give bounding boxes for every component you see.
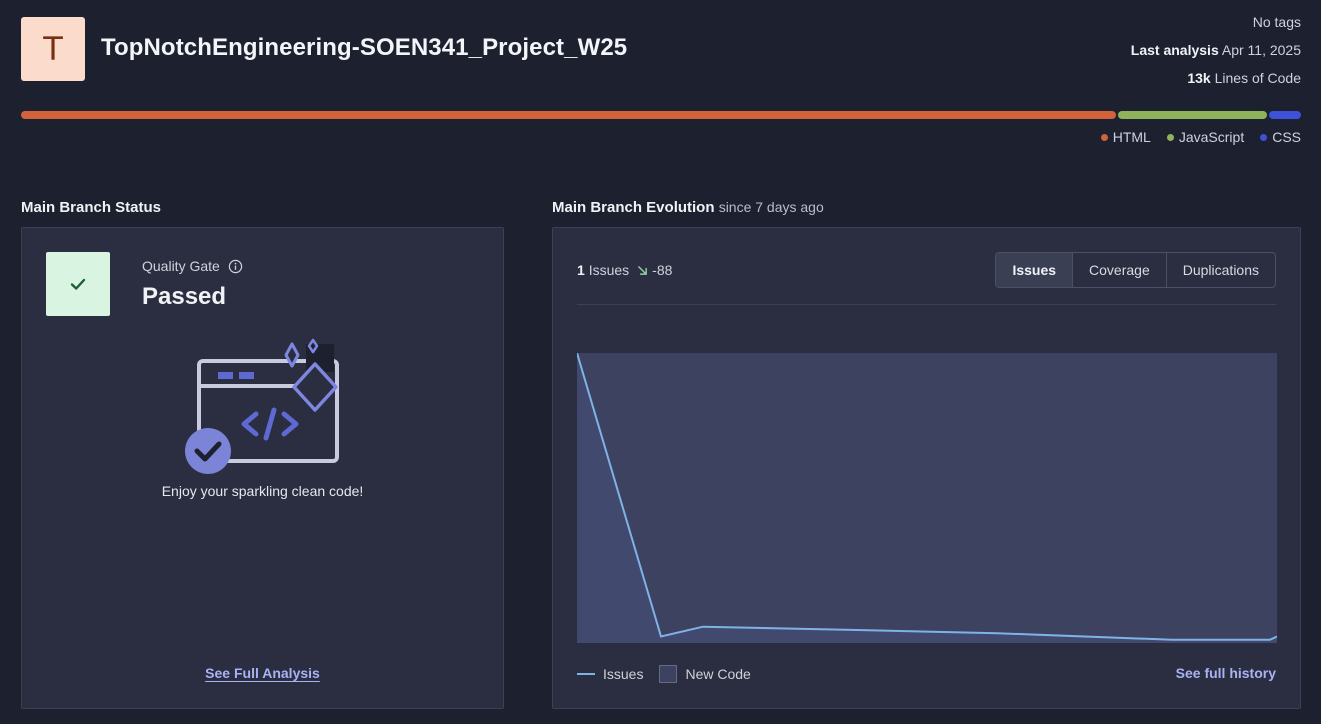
legend-new-code-swatch (659, 665, 678, 683)
clean-code-message: Enjoy your sparkling clean code! (161, 483, 364, 499)
tab-issues[interactable]: Issues (996, 253, 1073, 287)
status-section-title: Main Branch Status (21, 199, 162, 216)
legend-issues: Issues (577, 666, 643, 682)
clean-code-illustration (185, 338, 339, 474)
chart-legend: Issues New Code (577, 665, 751, 683)
legend-item-javascript: JavaScript (1166, 129, 1245, 145)
legend-new-code-label: New Code (685, 666, 751, 682)
quality-gate-status: Passed (142, 283, 227, 310)
panel-divider (577, 304, 1276, 305)
loc-label: Lines of Code (1214, 70, 1301, 86)
evolution-subtitle: since 7 days ago (718, 199, 824, 215)
tab-coverage[interactable]: Coverage (1072, 253, 1166, 287)
quality-gate-label: Quality Gate (142, 258, 243, 274)
new-code-area (577, 353, 1277, 643)
project-title[interactable]: TopNotchEngineering-SOEN341_Project_W25 (101, 34, 627, 62)
issues-evolution-chart (577, 353, 1277, 643)
project-meta: No tags Last analysis Apr 11, 2025 13k L… (1131, 12, 1301, 96)
lines-of-code: 13k Lines of Code (1131, 68, 1301, 96)
issues-summary: 1 Issues -88 (577, 262, 672, 278)
legend-item-html: HTML (1100, 129, 1151, 145)
legend-dot (1100, 133, 1108, 141)
issues-delta-value: -88 (652, 262, 673, 278)
legend-label: HTML (1112, 129, 1151, 145)
last-analysis: Last analysis Apr 11, 2025 (1131, 40, 1301, 68)
last-analysis-date: Apr 11, 2025 (1221, 42, 1301, 58)
check-icon (70, 278, 86, 290)
tags-label[interactable]: No tags (1131, 12, 1301, 40)
branch-evolution-panel: 1 Issues -88 Issues Coverage Duplication… (552, 227, 1301, 709)
project-avatar: T (21, 17, 85, 81)
language-legend: HTML JavaScript CSS (1100, 129, 1301, 145)
evolution-title-text: Main Branch Evolution (552, 199, 715, 216)
language-segment-css (1269, 111, 1301, 119)
legend-dot (1166, 133, 1174, 141)
arrow-down-right-icon (638, 265, 648, 275)
language-segment-html (21, 111, 1116, 119)
legend-label: CSS (1272, 129, 1301, 145)
language-segment-javascript (1117, 111, 1268, 119)
legend-item-css: CSS (1260, 129, 1301, 145)
see-full-history-link[interactable]: See full history (1176, 665, 1276, 681)
evolution-section-title: Main Branch Evolution since 7 days ago (552, 199, 824, 216)
tab-duplications[interactable]: Duplications (1165, 253, 1275, 287)
info-icon[interactable] (228, 259, 243, 274)
issues-count-value: 1 (577, 262, 585, 278)
language-distribution-bar (21, 111, 1301, 119)
quality-gate-badge (46, 252, 110, 316)
legend-issues-swatch (577, 673, 595, 675)
legend-dot (1260, 133, 1268, 141)
branch-status-panel: Quality Gate Passed Enjoy your sparkling… (21, 227, 504, 709)
metric-tabs: Issues Coverage Duplications (995, 252, 1276, 288)
last-analysis-label: Last analysis (1130, 42, 1219, 58)
issues-word: Issues (588, 262, 630, 278)
see-full-analysis-link[interactable]: See Full Analysis (22, 665, 503, 681)
legend-label: JavaScript (1178, 129, 1245, 145)
legend-new-code: New Code (659, 665, 751, 683)
issues-delta: -88 (637, 262, 672, 278)
loc-value: 13k (1187, 70, 1211, 86)
legend-issues-label: Issues (603, 666, 644, 682)
quality-gate-text: Quality Gate (142, 258, 220, 274)
